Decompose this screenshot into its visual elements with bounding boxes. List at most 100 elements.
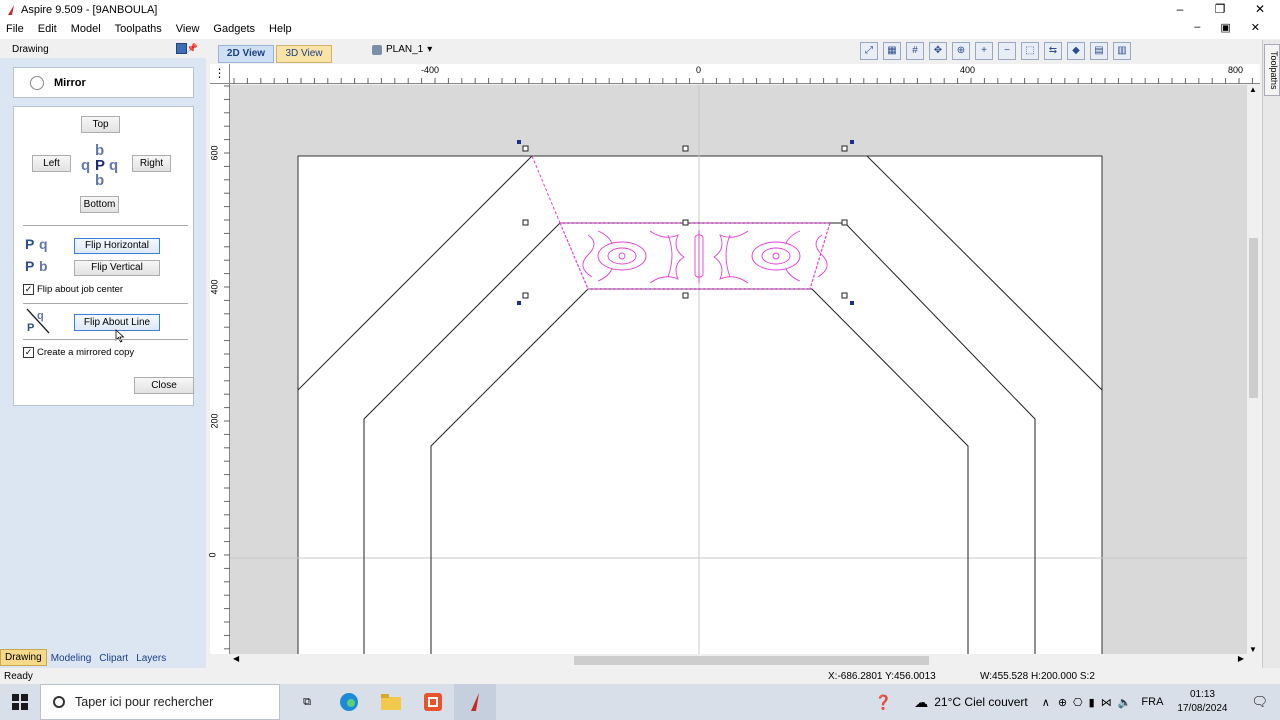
svg-text:P: P xyxy=(25,236,34,252)
mirror-right-button[interactable]: Right xyxy=(132,155,171,172)
zoom-box-icon[interactable]: ⊕ xyxy=(952,42,970,60)
scroll-down-icon[interactable]: ▼ xyxy=(1249,645,1257,654)
menu-view[interactable]: View xyxy=(176,23,200,35)
tab-clipart[interactable]: Clipart xyxy=(95,651,132,666)
mirror-direction-icon: b q P q b xyxy=(81,142,118,189)
plan-selector[interactable]: PLAN_1 ▾ xyxy=(372,44,432,55)
pan-icon[interactable]: ✥ xyxy=(929,42,947,60)
file-explorer-icon[interactable] xyxy=(370,684,412,720)
drawing-canvas[interactable] xyxy=(230,85,1247,654)
mirror-bottom-button[interactable]: Bottom xyxy=(80,196,119,213)
checkbox-check-icon: ✓ xyxy=(23,284,34,295)
design-geometry xyxy=(230,85,1247,654)
search-placeholder: Taper ici pour rechercher xyxy=(75,695,214,709)
aspire-logo-icon xyxy=(8,4,14,15)
menu-model[interactable]: Model xyxy=(71,23,101,35)
weather-text[interactable]: 21°C Ciel couvert xyxy=(934,695,1028,709)
mdi-restore-icon[interactable]: ▣ xyxy=(1220,21,1230,34)
mirror-left-button[interactable]: Left xyxy=(32,155,71,172)
vertical-scroll-thumb[interactable] xyxy=(1249,238,1258,398)
horizontal-scrollbar[interactable]: ◀ ▶ xyxy=(230,654,1247,667)
svg-text:q: q xyxy=(81,157,90,174)
tab-3d-view[interactable]: 3D View xyxy=(276,45,332,63)
panel-tabs: Drawing Modeling Clipart Layers xyxy=(0,648,206,666)
show-hidden-icon[interactable]: ∧ xyxy=(1042,696,1050,709)
task-view-icon[interactable]: ⧉ xyxy=(286,684,328,720)
start-button[interactable] xyxy=(0,684,40,720)
select-mode-icon[interactable]: ⬚ xyxy=(1021,42,1039,60)
grid-view-icon[interactable]: ▦ xyxy=(883,42,901,60)
scroll-up-icon[interactable]: ▲ xyxy=(1249,85,1257,94)
flip-job-center-checkbox[interactable]: ✓ Flip about job center xyxy=(23,284,123,295)
close-window-button[interactable]: ✕ xyxy=(1240,0,1280,19)
view-tools: ⤢ ▦ # ✥ ⊕ + − ⬚ ⇆ ◆ ▤ ▥ xyxy=(860,42,1131,60)
menu-edit[interactable]: Edit xyxy=(38,23,57,35)
tab-2d-view[interactable]: 2D View xyxy=(218,45,274,63)
notifications-icon[interactable]: 🗨 xyxy=(1251,694,1268,710)
scroll-left-icon[interactable]: ◀ xyxy=(233,654,239,663)
battery-icon[interactable]: ▮ xyxy=(1089,696,1095,709)
svg-text:q: q xyxy=(109,157,118,174)
windows-taskbar: Taper ici pour rechercher ⧉ ❓ ☁ 21°C Cie… xyxy=(0,684,1280,720)
ruler-label-600: 600 xyxy=(209,145,220,161)
tab-layers[interactable]: Layers xyxy=(132,651,170,666)
snap-grid-icon[interactable]: # xyxy=(906,42,924,60)
edge-icon[interactable] xyxy=(328,684,370,720)
status-ready: Ready xyxy=(4,671,33,682)
ruler-label-v400: 400 xyxy=(209,279,220,295)
right-panel-strip: Toolpaths xyxy=(1262,40,1280,668)
close-button[interactable]: Close xyxy=(134,377,194,394)
weather-icon: ☁ xyxy=(914,693,929,710)
panel-dock-icon[interactable] xyxy=(176,43,187,54)
menu-toolpaths[interactable]: Toolpaths xyxy=(115,23,162,35)
ruler-label-400: 400 xyxy=(960,65,976,75)
horizontal-scroll-thumb[interactable] xyxy=(574,656,929,665)
volume-icon[interactable]: 🔈 xyxy=(1118,696,1132,709)
mirror-top-button[interactable]: Top xyxy=(81,116,120,133)
show-3d-icon[interactable]: ◆ xyxy=(1067,42,1085,60)
menu-help[interactable]: Help xyxy=(269,23,292,35)
system-clock[interactable]: 01:13 17/08/2024 xyxy=(1177,688,1227,716)
help-icon[interactable]: ❓ xyxy=(875,694,892,711)
taskbar-search[interactable]: Taper ici pour rechercher xyxy=(40,684,280,720)
split-view-icon[interactable]: ▤ xyxy=(1090,42,1108,60)
mirrored-copy-checkbox[interactable]: ✓ Create a mirrored copy xyxy=(23,347,134,358)
menu-file[interactable]: File xyxy=(6,23,24,35)
selection-dimensions: W:455.528 H:200.000 S:2 xyxy=(980,671,1095,682)
tab-modeling[interactable]: Modeling xyxy=(47,651,96,666)
wifi-icon[interactable]: ⋈ xyxy=(1101,696,1112,709)
plan-name: PLAN_1 xyxy=(386,44,424,55)
flip-horizontal-button[interactable]: Flip Horizontal xyxy=(74,238,160,254)
pin-icon[interactable]: 📌 xyxy=(187,43,198,54)
mirror-tool-icon xyxy=(30,75,44,90)
menu-gadgets[interactable]: Gadgets xyxy=(213,23,255,35)
office-app-icon[interactable] xyxy=(412,684,454,720)
flip-vertical-button[interactable]: Flip Vertical xyxy=(74,260,160,276)
cube-icon xyxy=(372,44,382,55)
scroll-right-icon[interactable]: ▶ xyxy=(1238,654,1244,663)
mirror-tool-title: Mirror xyxy=(54,76,86,89)
zoom-extents-icon[interactable]: ⤢ xyxy=(860,42,878,60)
tab-drawing[interactable]: Drawing xyxy=(0,649,47,666)
ruler-origin-icon[interactable]: ⋮ xyxy=(210,64,230,84)
aspire-app-icon[interactable] xyxy=(454,684,496,720)
mdi-minimize-icon[interactable]: – xyxy=(1194,21,1200,34)
window-title: Aspire 9.509 - [9ANBOULA] xyxy=(21,3,158,16)
cloud-sync-icon[interactable]: ⎔ xyxy=(1073,696,1083,709)
flip-line-icon: q P xyxy=(26,308,50,334)
layout-icon[interactable]: ▥ xyxy=(1113,42,1131,60)
toolpaths-tab[interactable]: Toolpaths xyxy=(1264,44,1280,96)
language-indicator[interactable]: FRA xyxy=(1141,696,1163,708)
vertical-scrollbar[interactable]: ▲ ▼ xyxy=(1247,85,1260,654)
network-icon[interactable]: ⊕ xyxy=(1058,696,1067,709)
zoom-in-icon[interactable]: + xyxy=(975,42,993,60)
zoom-out-icon[interactable]: − xyxy=(998,42,1016,60)
minimize-button[interactable]: – xyxy=(1160,0,1200,19)
svg-text:q: q xyxy=(37,310,44,322)
restore-button[interactable]: ❐ xyxy=(1200,0,1240,19)
windows-logo-icon xyxy=(12,694,28,710)
transform-icon[interactable]: ⇆ xyxy=(1044,42,1062,60)
drawing-panel: Drawing 📌 Mirror Top Left Right Bottom b… xyxy=(0,40,206,668)
mdi-close-icon[interactable]: ✕ xyxy=(1251,21,1260,34)
mouse-cursor-icon xyxy=(115,329,125,343)
